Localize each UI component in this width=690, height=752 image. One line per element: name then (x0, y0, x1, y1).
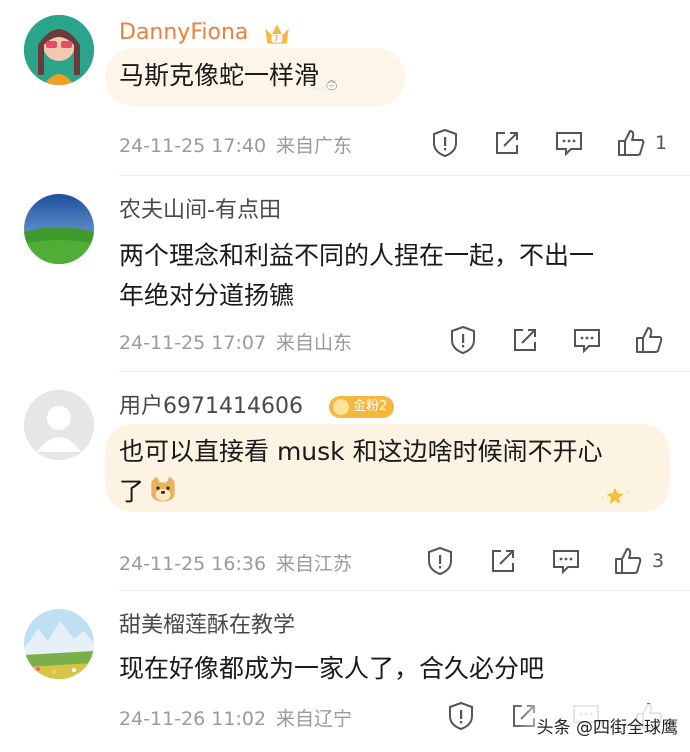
comment-icon[interactable] (572, 325, 602, 355)
comment-icon[interactable] (551, 546, 581, 576)
comment-1: DannyFiona 7 马斯克像蛇一样滑 24-11-25 17:40 来自广东 (0, 0, 690, 176)
comment-text-line-2: 年绝对分道扬镳 (119, 281, 295, 310)
comment-meta: 24-11-25 17:40 来自广东 (119, 131, 352, 158)
location: 来自广东 (276, 135, 353, 157)
doge-emoji-icon (148, 474, 184, 508)
share-icon[interactable] (492, 128, 522, 158)
svg-text:7: 7 (274, 35, 279, 44)
username[interactable]: 用户6971414606 (119, 392, 303, 422)
avatar[interactable] (24, 15, 94, 85)
share-icon[interactable] (488, 546, 518, 576)
timestamp: 24-11-26 11:02 (119, 708, 267, 730)
comment-text: 现在好像都成为一家人了，合久必分吧 (119, 654, 545, 683)
report-icon[interactable] (425, 546, 455, 576)
location: 来自辽宁 (276, 708, 353, 730)
comment-text: 马斯克像蛇一样滑 (119, 61, 320, 90)
watermark: 头条 @四街全球鹰 (510, 704, 690, 752)
fan-badge-label: 金粉2 (353, 399, 388, 414)
comment-3: 用户6971414606 金粉2 也可以直接看 musk 和这边啥时候闹不开心 … (0, 372, 690, 591)
comment-meta: 24-11-26 11:02 来自辽宁 (119, 704, 352, 731)
username[interactable]: 农夫山间-有点田 (119, 196, 281, 226)
username[interactable]: DannyFiona (119, 18, 248, 48)
crown-vip-icon: 7 (262, 19, 290, 45)
avatar[interactable] (24, 390, 94, 460)
report-icon[interactable] (446, 701, 476, 731)
star-sticker-icon (600, 480, 670, 530)
like-count: 3 (652, 550, 665, 572)
comment-meta: 24-11-25 17:07 来自山东 (119, 328, 352, 355)
like-count: 1 (655, 132, 668, 154)
avatar[interactable] (24, 609, 94, 679)
comment-meta: 24-11-25 16:36 来自江苏 (119, 549, 352, 576)
duck-sticker-icon (308, 70, 412, 112)
comment-text-line-1: 也可以直接看 musk 和这边啥时候闹不开心 (119, 437, 603, 466)
comment-text-line-2: 了 (119, 477, 145, 506)
fan-badge: 金粉2 (329, 396, 395, 418)
avatar[interactable] (24, 194, 94, 264)
like-icon[interactable] (616, 128, 646, 158)
like-icon[interactable] (634, 325, 664, 355)
timestamp: 24-11-25 16:36 (119, 553, 267, 575)
report-icon[interactable] (430, 128, 460, 158)
timestamp: 24-11-25 17:07 (119, 332, 267, 354)
report-icon[interactable] (448, 325, 478, 355)
comment-text-line-1: 两个理念和利益不同的人捏在一起，不出一 (119, 241, 595, 270)
timestamp: 24-11-25 17:40 (119, 135, 267, 157)
comment-icon[interactable] (554, 128, 584, 158)
like-icon[interactable] (613, 546, 643, 576)
location: 来自山东 (276, 332, 353, 354)
coin-icon (333, 399, 349, 415)
comment-2: 农夫山间-有点田 两个理念和利益不同的人捏在一起，不出一 年绝对分道扬镳 24-… (0, 176, 690, 372)
share-icon[interactable] (510, 325, 540, 355)
username[interactable]: 甜美榴莲酥在教学 (119, 611, 295, 641)
location: 来自江苏 (276, 553, 353, 575)
